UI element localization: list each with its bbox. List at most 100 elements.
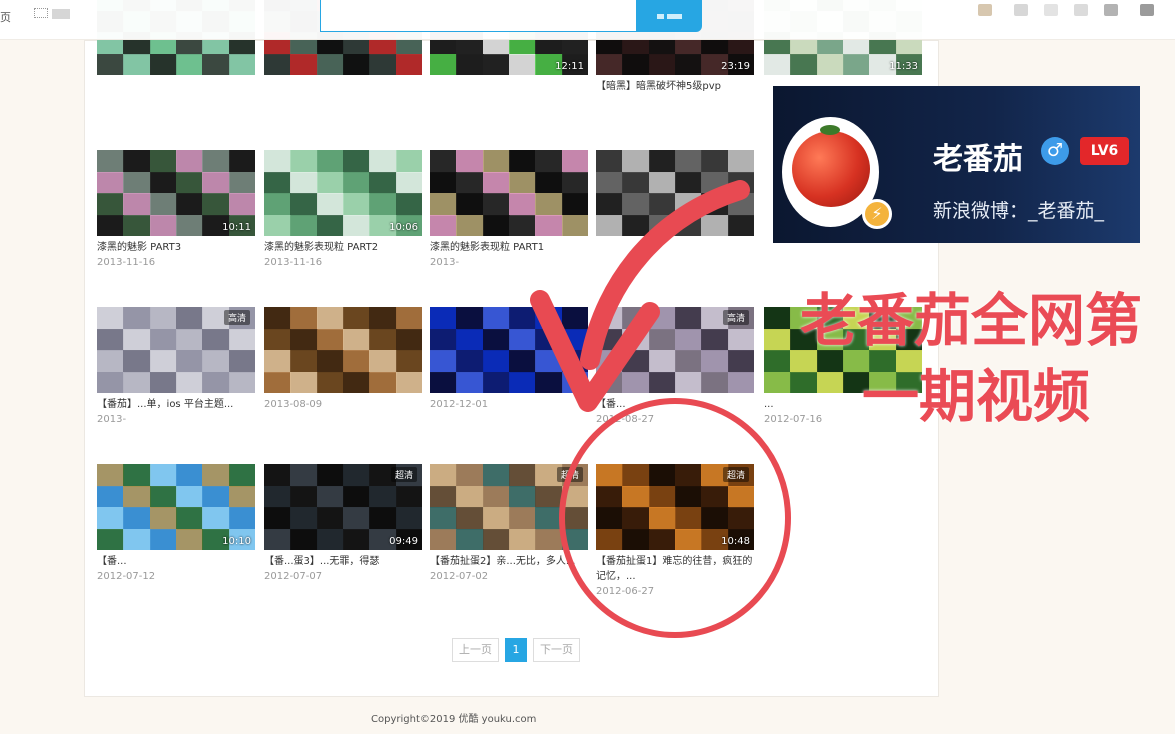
nav-blurred-label[interactable] (52, 9, 70, 19)
thumbnail-pixel (149, 350, 177, 373)
thumbnail-pixel (430, 150, 458, 173)
search-button[interactable] (636, 0, 702, 32)
video-card[interactable]: 10:10 【番... 2012-07-12 (97, 464, 255, 582)
thumbnail-pixel (701, 328, 729, 351)
thumbnail-pixel (535, 214, 563, 236)
video-card[interactable]: 2012-12-01 (430, 307, 588, 410)
video-title[interactable]: 漆黑的魅影 PART3 (97, 240, 255, 255)
thumbnail-pixel (701, 150, 729, 173)
thumbnail-pixel (509, 485, 537, 508)
profile-name: 老番茄 (933, 142, 1023, 177)
page-1-button[interactable]: 1 (505, 638, 527, 662)
video-title[interactable]: 【暗黑】暗黑破坏神5级pvp (596, 79, 754, 94)
thumbnail-pixel (675, 193, 703, 216)
video-title[interactable]: 【番茄】...单，ios 平台主题... (97, 397, 255, 412)
video-title[interactable]: 【番...蛋3】...无罪，得瑟 (264, 554, 422, 569)
thumbnail-pixel (482, 464, 510, 487)
thumbnail-pixel (727, 328, 754, 351)
thumbnail-pixel (456, 193, 484, 216)
video-thumbnail[interactable]: 10:06 (264, 150, 422, 236)
search-input[interactable] (320, 0, 638, 32)
video-card[interactable]: 超清 10:48 【番茄扯蛋1】难忘的往昔，疯狂的记忆，... 2012-06-27 (596, 464, 754, 597)
video-card[interactable]: 高清 【番... 2012-08-27 (596, 307, 754, 425)
video-card[interactable]: 超清 【番茄扯蛋2】亲...无比，多人... 2012-07-02 (430, 464, 588, 582)
thumbnail-pixel (648, 214, 676, 236)
thumbnail-pixel (482, 214, 510, 236)
video-thumbnail[interactable]: 10:11 (97, 150, 255, 236)
video-card[interactable] (596, 150, 754, 242)
thumbnail-pixel (395, 507, 422, 530)
prev-page-button[interactable]: 上一页 (452, 638, 499, 662)
thumbnail-pixel (561, 350, 588, 373)
video-title[interactable]: 【番茄扯蛋2】亲...无比，多人... (430, 554, 588, 569)
video-card[interactable]: 10:06 漆黑的魅影表现粒 PART2 2013-11-16 (264, 150, 422, 268)
thumbnail-pixel (228, 328, 255, 351)
thumbnail-pixel (596, 528, 624, 550)
thumbnail-pixel (561, 485, 588, 508)
thumbnail-pixel (561, 171, 588, 194)
video-thumbnail[interactable]: 超清 10:48 (596, 464, 754, 550)
video-card[interactable]: 漆黑的魅影表现粒 PART1 2013- (430, 150, 588, 268)
video-thumbnail[interactable] (430, 150, 588, 236)
thumbnail-pixel (202, 507, 230, 530)
video-title[interactable]: 漆黑的魅影表现粒 PART1 (430, 240, 588, 255)
thumbnail-pixel (290, 307, 318, 330)
thumbnail-pixel (343, 485, 371, 508)
avatar[interactable] (1140, 4, 1154, 16)
male-gender-icon: ♂ (1041, 137, 1069, 165)
thumbnail-pixel (535, 328, 563, 351)
thumbnail-pixel (430, 307, 458, 330)
history-icon[interactable] (1044, 4, 1058, 16)
video-title[interactable]: 漆黑的魅影表现粒 PART2 (264, 240, 422, 255)
video-title[interactable]: 【番... (596, 397, 754, 412)
thumbnail-pixel (456, 171, 484, 194)
thumbnail-pixel (228, 53, 255, 75)
grid-icon[interactable] (34, 8, 48, 18)
video-thumbnail[interactable] (596, 150, 754, 236)
video-title[interactable]: 【番茄扯蛋1】难忘的往昔，疯狂的记忆，... (596, 554, 754, 584)
message-icon[interactable] (1014, 4, 1028, 16)
video-card[interactable]: 10:11 漆黑的魅影 PART3 2013-11-16 (97, 150, 255, 268)
video-card[interactable]: 超清 09:49 【番...蛋3】...无罪，得瑟 2012-07-07 (264, 464, 422, 582)
nav-home-link[interactable]: 页 (0, 9, 11, 25)
thumbnail-pixel (509, 464, 537, 487)
thumbnail-pixel (648, 307, 676, 330)
next-page-button[interactable]: 下一页 (533, 638, 580, 662)
thumbnail-pixel (535, 307, 563, 330)
thumbnail-pixel (316, 171, 344, 194)
thumbnail-pixel (622, 464, 650, 487)
thumbnail-pixel (430, 53, 458, 75)
thumbnail-pixel (622, 507, 650, 530)
video-thumbnail[interactable]: 高清 (596, 307, 754, 393)
thumbnail-pixel (675, 328, 703, 351)
thumbnail-pixel (482, 328, 510, 351)
thumbnail-pixel (648, 150, 676, 173)
video-card[interactable]: 高清 【番茄】...单，ios 平台主题... 2013- (97, 307, 255, 425)
video-duration: 10:11 (222, 222, 251, 233)
thumbnail-pixel (290, 328, 318, 351)
thumbnail-pixel (264, 350, 292, 373)
thumbnail-pixel (97, 171, 125, 194)
video-thumbnail[interactable]: 10:10 (97, 464, 255, 550)
video-thumbnail[interactable]: 高清 (97, 307, 255, 393)
thumbnail-pixel (149, 328, 177, 351)
thumbnail-pixel (596, 307, 624, 330)
thumbnail-pixel (482, 350, 510, 373)
video-thumbnail[interactable]: 超清 09:49 (264, 464, 422, 550)
user-menu-icon[interactable] (1104, 4, 1118, 16)
thumbnail-pixel (509, 528, 537, 550)
upload-icon[interactable] (978, 4, 992, 16)
thumbnail-pixel (369, 485, 397, 508)
video-thumbnail[interactable] (264, 307, 422, 393)
thumbnail-pixel (369, 350, 397, 373)
video-title[interactable]: 【番... (97, 554, 255, 569)
video-duration: 10:48 (721, 536, 750, 547)
thumbnail-pixel (97, 507, 125, 530)
thumbnail-pixel (290, 485, 318, 508)
video-thumbnail[interactable] (430, 307, 588, 393)
video-card[interactable]: 2013-08-09 (264, 307, 422, 410)
video-thumbnail[interactable]: 超清 (430, 464, 588, 550)
favorite-icon[interactable] (1074, 4, 1088, 16)
thumbnail-pixel (176, 150, 204, 173)
thumbnail-pixel (535, 485, 563, 508)
